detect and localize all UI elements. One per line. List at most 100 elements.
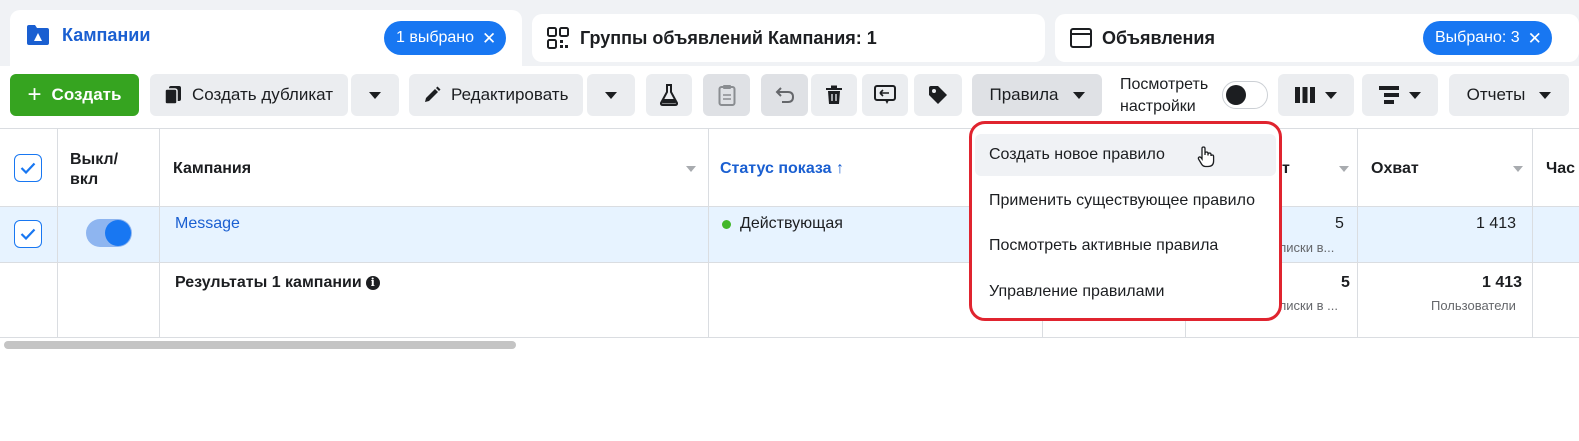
view-settings-toggle[interactable] bbox=[1222, 81, 1268, 109]
rules-button[interactable]: Правила bbox=[972, 74, 1102, 116]
clipboard-button[interactable] bbox=[703, 74, 750, 116]
rules-dropdown-menu: Создать новое правило Применить существу… bbox=[969, 121, 1282, 321]
summary-label-text: Результаты 1 кампании bbox=[175, 274, 362, 291]
reach-value: 1 413 bbox=[1476, 215, 1517, 232]
tag-button[interactable] bbox=[914, 74, 962, 116]
tab-campaigns-title: Кампании bbox=[62, 25, 151, 45]
summary-reach-value: 1 413 bbox=[1482, 274, 1523, 291]
menu-item-create-rule-label: Создать новое правило bbox=[989, 146, 1165, 163]
header-onoff-line1: Выкл/ bbox=[70, 151, 119, 168]
tab-campaigns[interactable]: Кампании 1 выбрано ✕ bbox=[10, 10, 522, 66]
ab-test-button[interactable] bbox=[646, 74, 692, 116]
edit-dropdown-button[interactable] bbox=[587, 74, 635, 116]
select-all-checkbox[interactable] bbox=[14, 154, 42, 182]
duplicate-dropdown-button[interactable] bbox=[351, 74, 399, 116]
header-results[interactable]: т bbox=[1282, 160, 1290, 178]
col-divider bbox=[1532, 129, 1533, 337]
toggle-knob bbox=[1226, 85, 1246, 105]
hand-cursor-icon bbox=[1197, 146, 1215, 168]
delivery-status-value: Действующая bbox=[740, 215, 843, 232]
campaigns-table: Выкл/ вкл Кампания Статус показа ↑ т Охв… bbox=[0, 128, 1579, 338]
header-reach[interactable]: Охват bbox=[1371, 160, 1419, 178]
columns-icon bbox=[1295, 87, 1315, 103]
tab-ads-title: Объявления bbox=[1102, 28, 1215, 48]
info-icon[interactable]: i bbox=[365, 275, 380, 290]
columns-button[interactable] bbox=[1278, 74, 1354, 116]
undo-button[interactable] bbox=[761, 74, 808, 116]
clear-selection-icon[interactable]: ✕ bbox=[482, 30, 496, 47]
menu-item-view-active-rules[interactable]: Посмотреть активные правила bbox=[975, 225, 1276, 267]
view-settings-label: Посмотреть настройки bbox=[1120, 74, 1208, 118]
selected-count-pill[interactable]: 1 выбрано ✕ bbox=[384, 21, 507, 55]
sort-icon[interactable] bbox=[1339, 166, 1349, 172]
chevron-down-icon bbox=[369, 91, 381, 99]
check-icon bbox=[20, 228, 36, 240]
col-divider bbox=[708, 129, 709, 337]
clear-ads-selection-icon[interactable]: ✕ bbox=[1528, 30, 1542, 47]
ad-preview-button[interactable] bbox=[862, 74, 908, 116]
tab-ads[interactable]: Объявления Выбрано: 3 ✕ bbox=[1055, 14, 1579, 62]
horizontal-scrollbar[interactable] bbox=[4, 341, 516, 349]
grid-icon bbox=[546, 26, 570, 55]
check-icon bbox=[20, 162, 36, 174]
status-active-dot bbox=[722, 220, 731, 229]
reports-button[interactable]: Отчеты bbox=[1449, 74, 1569, 116]
view-settings-line2: настройки bbox=[1120, 98, 1196, 115]
flask-icon bbox=[659, 84, 679, 106]
rules-label: Правила bbox=[989, 85, 1059, 104]
duplicate-label: Создать дубликат bbox=[192, 85, 334, 104]
breakdown-icon bbox=[1379, 86, 1399, 104]
chevron-down-icon bbox=[605, 91, 617, 99]
create-label: Создать bbox=[51, 85, 122, 104]
col-divider bbox=[57, 129, 58, 337]
results-value: 5 bbox=[1335, 215, 1344, 232]
chevron-down-icon bbox=[1409, 91, 1421, 99]
swap-preview-icon bbox=[874, 85, 896, 105]
reports-label: Отчеты bbox=[1466, 85, 1526, 104]
campaign-on-off-toggle[interactable] bbox=[86, 219, 132, 247]
edit-label: Редактировать bbox=[451, 85, 569, 104]
sort-icon[interactable] bbox=[686, 166, 696, 172]
create-button[interactable]: + Создать bbox=[10, 74, 139, 116]
tag-icon bbox=[928, 85, 948, 105]
row-divider bbox=[0, 262, 1579, 263]
folder-icon bbox=[26, 24, 50, 51]
ads-selected-pill[interactable]: Выбрано: 3 ✕ bbox=[1423, 21, 1552, 55]
header-campaign[interactable]: Кампания bbox=[173, 160, 251, 178]
undo-icon bbox=[775, 86, 795, 104]
row-checkbox[interactable] bbox=[14, 220, 42, 248]
breakdown-button[interactable] bbox=[1362, 74, 1438, 116]
delete-button[interactable] bbox=[811, 74, 857, 116]
campaign-name-link[interactable]: Message bbox=[175, 215, 240, 233]
summary-results-value: 5 bbox=[1341, 274, 1350, 291]
duplicate-button[interactable]: Создать дубликат bbox=[150, 74, 348, 116]
sort-icon[interactable] bbox=[1513, 166, 1523, 172]
edit-button[interactable]: Редактировать bbox=[409, 74, 583, 116]
row-divider bbox=[0, 337, 1579, 338]
col-divider bbox=[1357, 129, 1358, 337]
menu-item-manage-rules[interactable]: Управление правилами bbox=[975, 271, 1276, 313]
chevron-down-icon bbox=[1072, 91, 1085, 99]
row-divider bbox=[0, 206, 1579, 207]
view-settings-line1: Посмотреть bbox=[1120, 76, 1209, 93]
menu-item-apply-rule[interactable]: Применить существующее правило bbox=[975, 180, 1276, 222]
summary-reach-subtext: Пользователи bbox=[1431, 298, 1516, 313]
trash-icon bbox=[825, 85, 843, 105]
header-onoff-line2: вкл bbox=[70, 171, 99, 188]
menu-item-create-rule[interactable]: Создать новое правило bbox=[975, 134, 1276, 176]
toggle-knob bbox=[105, 220, 131, 246]
ads-selected-label: Выбрано: 3 bbox=[1435, 29, 1520, 46]
clipboard-icon bbox=[718, 84, 736, 106]
header-delivery-status[interactable]: Статус показа ↑ bbox=[720, 160, 844, 178]
header-onoff[interactable]: Выкл/ вкл bbox=[70, 150, 118, 190]
ad-window-icon bbox=[1069, 26, 1093, 55]
header-frequency[interactable]: Час bbox=[1546, 160, 1575, 178]
tab-adsets[interactable]: Группы объявлений Кампания: 1 bbox=[532, 14, 1045, 62]
chevron-down-icon bbox=[1539, 91, 1552, 99]
tab-bar: Кампании 1 выбрано ✕ Группы объявлений К… bbox=[0, 0, 1579, 66]
plus-icon: + bbox=[27, 81, 42, 108]
pencil-icon bbox=[423, 86, 441, 104]
selected-count-label: 1 выбрано bbox=[396, 29, 475, 46]
chevron-down-icon bbox=[1325, 91, 1337, 99]
col-divider bbox=[159, 129, 160, 337]
